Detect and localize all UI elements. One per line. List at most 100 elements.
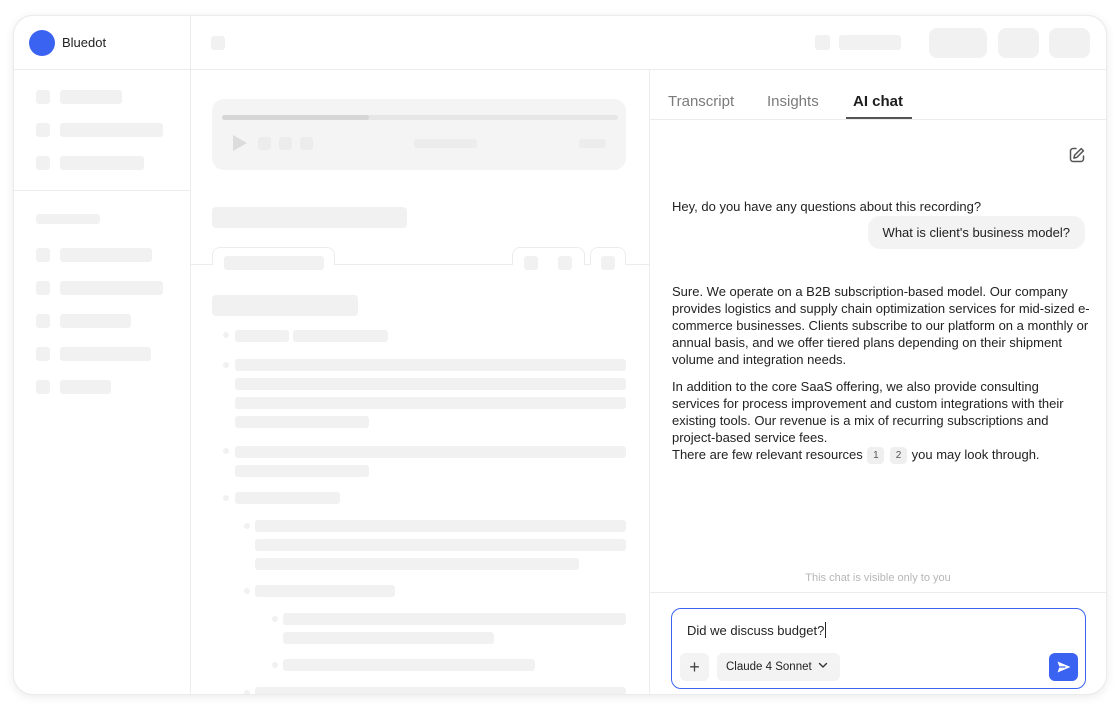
- app-window: Bluedot Transcript Insights AI chat Hey,…: [13, 15, 1107, 695]
- sidebar-item-icon-placeholder: [36, 123, 50, 137]
- sidebar-item-icon-placeholder: [36, 90, 50, 104]
- answer-resources-text: There are few relevant resources: [672, 447, 863, 462]
- player-progress-bar[interactable]: [222, 115, 618, 120]
- text-line-placeholder: [235, 416, 369, 428]
- topbar-text-placeholder: [839, 35, 901, 50]
- sidebar-item-icon-placeholder: [36, 380, 50, 394]
- content-tab-placeholder[interactable]: [512, 247, 585, 265]
- text-line-placeholder: [283, 613, 626, 625]
- topbar-button-placeholder[interactable]: [1049, 28, 1090, 58]
- sidebar-section-heading-placeholder: [36, 214, 100, 224]
- bullet-dot: [223, 495, 229, 501]
- new-chat-edit-icon[interactable]: [1068, 146, 1086, 164]
- summary-heading-placeholder: [212, 295, 358, 316]
- send-icon: [1057, 661, 1071, 673]
- bluedot-logo-icon: [29, 30, 55, 56]
- user-message-bubble: What is client's business model?: [867, 216, 1085, 249]
- sidebar: Bluedot: [14, 16, 191, 694]
- sidebar-item-placeholder[interactable]: [60, 281, 163, 295]
- text-line-placeholder: [235, 359, 626, 371]
- model-selector-label: Claude 4 Sonnet: [726, 661, 812, 673]
- text-line-placeholder: [255, 539, 626, 551]
- topbar-icon-placeholder[interactable]: [211, 36, 225, 50]
- assistant-greeting: Hey, do you have any questions about thi…: [672, 199, 982, 214]
- answer-paragraph-3: There are few relevant resources 1 2 you…: [672, 446, 1090, 464]
- add-attachment-button[interactable]: +: [680, 653, 709, 681]
- tab-transcript[interactable]: Transcript: [668, 93, 734, 110]
- text-line-placeholder: [235, 330, 289, 342]
- media-player-placeholder[interactable]: [212, 99, 626, 170]
- player-progress-fill: [222, 115, 369, 120]
- text-line-placeholder: [283, 659, 535, 671]
- bullet-dot: [223, 332, 229, 338]
- chat-composer[interactable]: Did we discuss budget? + Claude 4 Sonnet: [671, 608, 1086, 689]
- text-line-placeholder: [235, 397, 626, 409]
- answer-paragraph-1: Sure. We operate on a B2B subscription-b…: [672, 284, 1090, 367]
- text-line-placeholder: [283, 632, 494, 644]
- player-control-placeholder[interactable]: [258, 137, 271, 150]
- sidebar-item-placeholder[interactable]: [60, 314, 131, 328]
- content-tab-icon-placeholder: [558, 256, 572, 270]
- bullet-dot: [244, 588, 250, 594]
- text-line-placeholder: [235, 446, 626, 458]
- text-line-placeholder: [255, 585, 395, 597]
- text-line-placeholder: [235, 492, 340, 504]
- top-bar: [191, 16, 1106, 70]
- text-line-placeholder: [293, 330, 388, 342]
- text-line-placeholder: [235, 378, 626, 390]
- brand[interactable]: Bluedot: [14, 16, 190, 70]
- text-line-placeholder: [235, 465, 369, 477]
- topbar-button-placeholder[interactable]: [998, 28, 1039, 58]
- sidebar-item-placeholder[interactable]: [60, 90, 122, 104]
- composer-divider: [650, 592, 1106, 593]
- tab-insights[interactable]: Insights: [767, 93, 819, 110]
- ai-chat-panel: Transcript Insights AI chat Hey, do you …: [649, 70, 1106, 694]
- bullet-dot: [244, 523, 250, 529]
- text-line-placeholder: [255, 520, 626, 532]
- reference-chip-1[interactable]: 1: [867, 447, 885, 464]
- sidebar-item-icon-placeholder: [36, 281, 50, 295]
- bullet-dot: [272, 662, 278, 668]
- main-content: [191, 70, 649, 694]
- sidebar-item-placeholder[interactable]: [60, 248, 152, 262]
- reference-chip-2[interactable]: 2: [890, 447, 908, 464]
- answer-resources-text-end: you may look through.: [911, 447, 1040, 462]
- content-tab-icon-placeholder: [601, 256, 615, 270]
- tab-ai-chat[interactable]: AI chat: [853, 93, 903, 110]
- sidebar-item-icon-placeholder: [36, 347, 50, 361]
- player-time-placeholder: [414, 139, 477, 148]
- bullet-dot: [223, 362, 229, 368]
- topbar-button-placeholder[interactable]: [929, 28, 987, 58]
- player-control-placeholder[interactable]: [300, 137, 313, 150]
- panel-tab-bar: Transcript Insights AI chat: [650, 70, 1106, 120]
- sidebar-item-icon-placeholder: [36, 314, 50, 328]
- text-line-placeholder: [255, 687, 626, 694]
- sidebar-item-placeholder[interactable]: [60, 123, 163, 137]
- play-icon[interactable]: [233, 135, 247, 151]
- sidebar-item-placeholder[interactable]: [60, 347, 151, 361]
- sidebar-divider: [14, 190, 190, 191]
- topbar-icon-placeholder: [815, 35, 830, 50]
- player-speed-placeholder[interactable]: [579, 139, 606, 148]
- recording-title-placeholder: [212, 207, 407, 228]
- send-button[interactable]: [1049, 653, 1078, 681]
- active-tab-indicator: [846, 117, 912, 119]
- bullet-dot: [223, 448, 229, 454]
- chat-visibility-note: This chat is visible only to you: [805, 572, 951, 584]
- chevron-down-icon: [818, 653, 828, 681]
- sidebar-item-placeholder[interactable]: [60, 156, 144, 170]
- chat-input[interactable]: Did we discuss budget?: [687, 622, 827, 638]
- text-line-placeholder: [255, 558, 579, 570]
- content-tab-label-placeholder: [224, 256, 324, 270]
- content-tab-icon-placeholder: [524, 256, 538, 270]
- chat-input-value: Did we discuss budget?: [687, 623, 825, 638]
- player-control-placeholder[interactable]: [279, 137, 292, 150]
- sidebar-item-icon-placeholder: [36, 156, 50, 170]
- model-selector[interactable]: Claude 4 Sonnet: [717, 653, 840, 681]
- bullet-dot: [244, 690, 250, 694]
- answer-paragraph-2: In addition to the core SaaS offering, w…: [672, 379, 1064, 445]
- sidebar-item-placeholder[interactable]: [60, 380, 111, 394]
- brand-name: Bluedot: [62, 35, 107, 50]
- bullet-dot: [272, 616, 278, 622]
- sidebar-item-icon-placeholder: [36, 248, 50, 262]
